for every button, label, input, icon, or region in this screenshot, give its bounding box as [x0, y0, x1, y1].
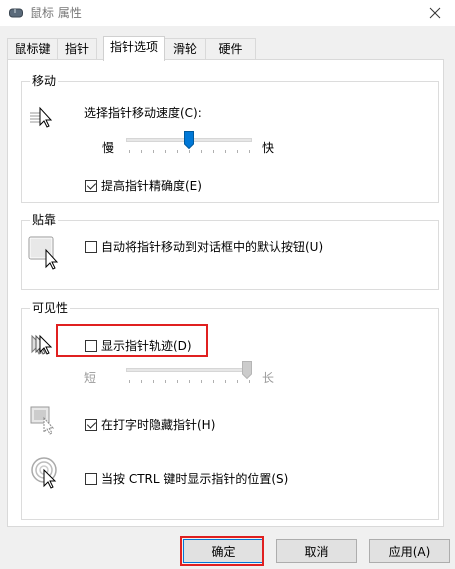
close-icon: [429, 7, 441, 19]
slider-tick: [129, 150, 130, 153]
trails-label: 显示指针轨迹(D): [101, 339, 192, 353]
slider-thumb[interactable]: [184, 131, 194, 149]
trails-slider[interactable]: [126, 361, 252, 385]
slider-tick: [129, 380, 130, 383]
slider-tick: [177, 380, 178, 383]
slider-tick: [249, 380, 250, 383]
pointer-trails-icon: [31, 334, 53, 355]
trails-checkbox-box[interactable]: [85, 339, 97, 352]
pointer-speed-icon: [30, 106, 53, 128]
ctrl-location-checkbox-box[interactable]: [85, 472, 97, 485]
speed-label: 选择指针移动速度(C):: [84, 106, 202, 120]
slider-tick: [249, 150, 250, 153]
hide-while-typing-icon: [30, 406, 55, 435]
slider-tick: [213, 150, 214, 153]
trails-checkbox[interactable]: 显示指针轨迹(D): [85, 337, 192, 354]
motion-group-title: 移动: [30, 74, 59, 88]
window-title: 鼠标 属性: [30, 6, 82, 20]
precision-checkbox[interactable]: 提高指针精确度(E): [85, 177, 202, 194]
precision-checkbox-box[interactable]: [85, 179, 97, 192]
snap-checkbox[interactable]: 自动将指针移动到对话框中的默认按钮(U): [85, 238, 323, 255]
tab-pointers[interactable]: 指针: [57, 38, 97, 60]
slider-thumb[interactable]: [242, 361, 252, 379]
slider-tick: [141, 150, 142, 153]
slider-tick: [153, 150, 154, 153]
slider-tick: [165, 380, 166, 383]
ctrl-location-checkbox[interactable]: 当按 CTRL 键时显示指针的位置(S): [85, 470, 288, 487]
show-location-icon: [31, 457, 57, 489]
slider-tick: [177, 150, 178, 153]
tab-buttons[interactable]: 鼠标键: [7, 38, 58, 60]
snap-group: 贴靠 自动将指针移动到对话框中的默认按钮(U): [21, 213, 439, 290]
visibility-group-title: 可见性: [30, 301, 71, 315]
ctrl-location-label: 当按 CTRL 键时显示指针的位置(S): [101, 472, 289, 486]
slider-tick: [225, 380, 226, 383]
title-bar: 鼠标 属性: [0, 0, 455, 26]
slider-tick: [201, 380, 202, 383]
slider-tick: [165, 150, 166, 153]
motion-group: 移动 选择指针移动速度(C): 慢 快 提高指针精确度(E): [21, 74, 439, 203]
precision-label: 提高指针精确度(E): [101, 179, 202, 193]
slider-tick: [153, 380, 154, 383]
slider-tick: [237, 150, 238, 153]
slow-label: 慢: [102, 141, 115, 155]
speed-slider[interactable]: [126, 131, 252, 155]
hide-typing-checkbox[interactable]: 在打字时隐藏指针(H): [85, 416, 215, 433]
snap-to-button-icon: [28, 236, 59, 270]
snap-label: 自动将指针移动到对话框中的默认按钮(U): [101, 240, 324, 254]
long-label: 长: [262, 371, 275, 385]
slider-tick: [189, 150, 190, 153]
slider-tick: [213, 380, 214, 383]
tab-wheel[interactable]: 滑轮: [164, 38, 206, 60]
cancel-button[interactable]: 取消: [276, 539, 357, 563]
snap-group-title: 贴靠: [30, 213, 59, 227]
slider-tick: [225, 150, 226, 153]
trails-slider-track: [126, 368, 252, 372]
close-button[interactable]: [415, 0, 455, 26]
mouse-icon: [9, 8, 23, 18]
ok-button[interactable]: 确定: [183, 539, 264, 563]
tab-pointer-options[interactable]: 指针选项: [103, 36, 165, 61]
tab-panel: 移动 选择指针移动速度(C): 慢 快 提高指针精确度(E) 贴靠 自动将指针移…: [7, 59, 444, 527]
slider-tick: [201, 150, 202, 153]
tab-hardware[interactable]: 硬件: [205, 38, 256, 60]
fast-label: 快: [262, 141, 275, 155]
slider-tick: [189, 380, 190, 383]
hide-typing-label: 在打字时隐藏指针(H): [101, 418, 216, 432]
slider-tick: [141, 380, 142, 383]
slider-tick: [237, 380, 238, 383]
snap-checkbox-box[interactable]: [85, 240, 97, 253]
apply-button[interactable]: 应用(A): [369, 539, 450, 563]
hide-typing-checkbox-box[interactable]: [85, 418, 97, 431]
short-label: 短: [84, 371, 97, 385]
visibility-group: 可见性 显示指针轨迹(D) 短 长 在打字时隐藏指针(H) 当按 CTRL 键时…: [21, 301, 439, 520]
